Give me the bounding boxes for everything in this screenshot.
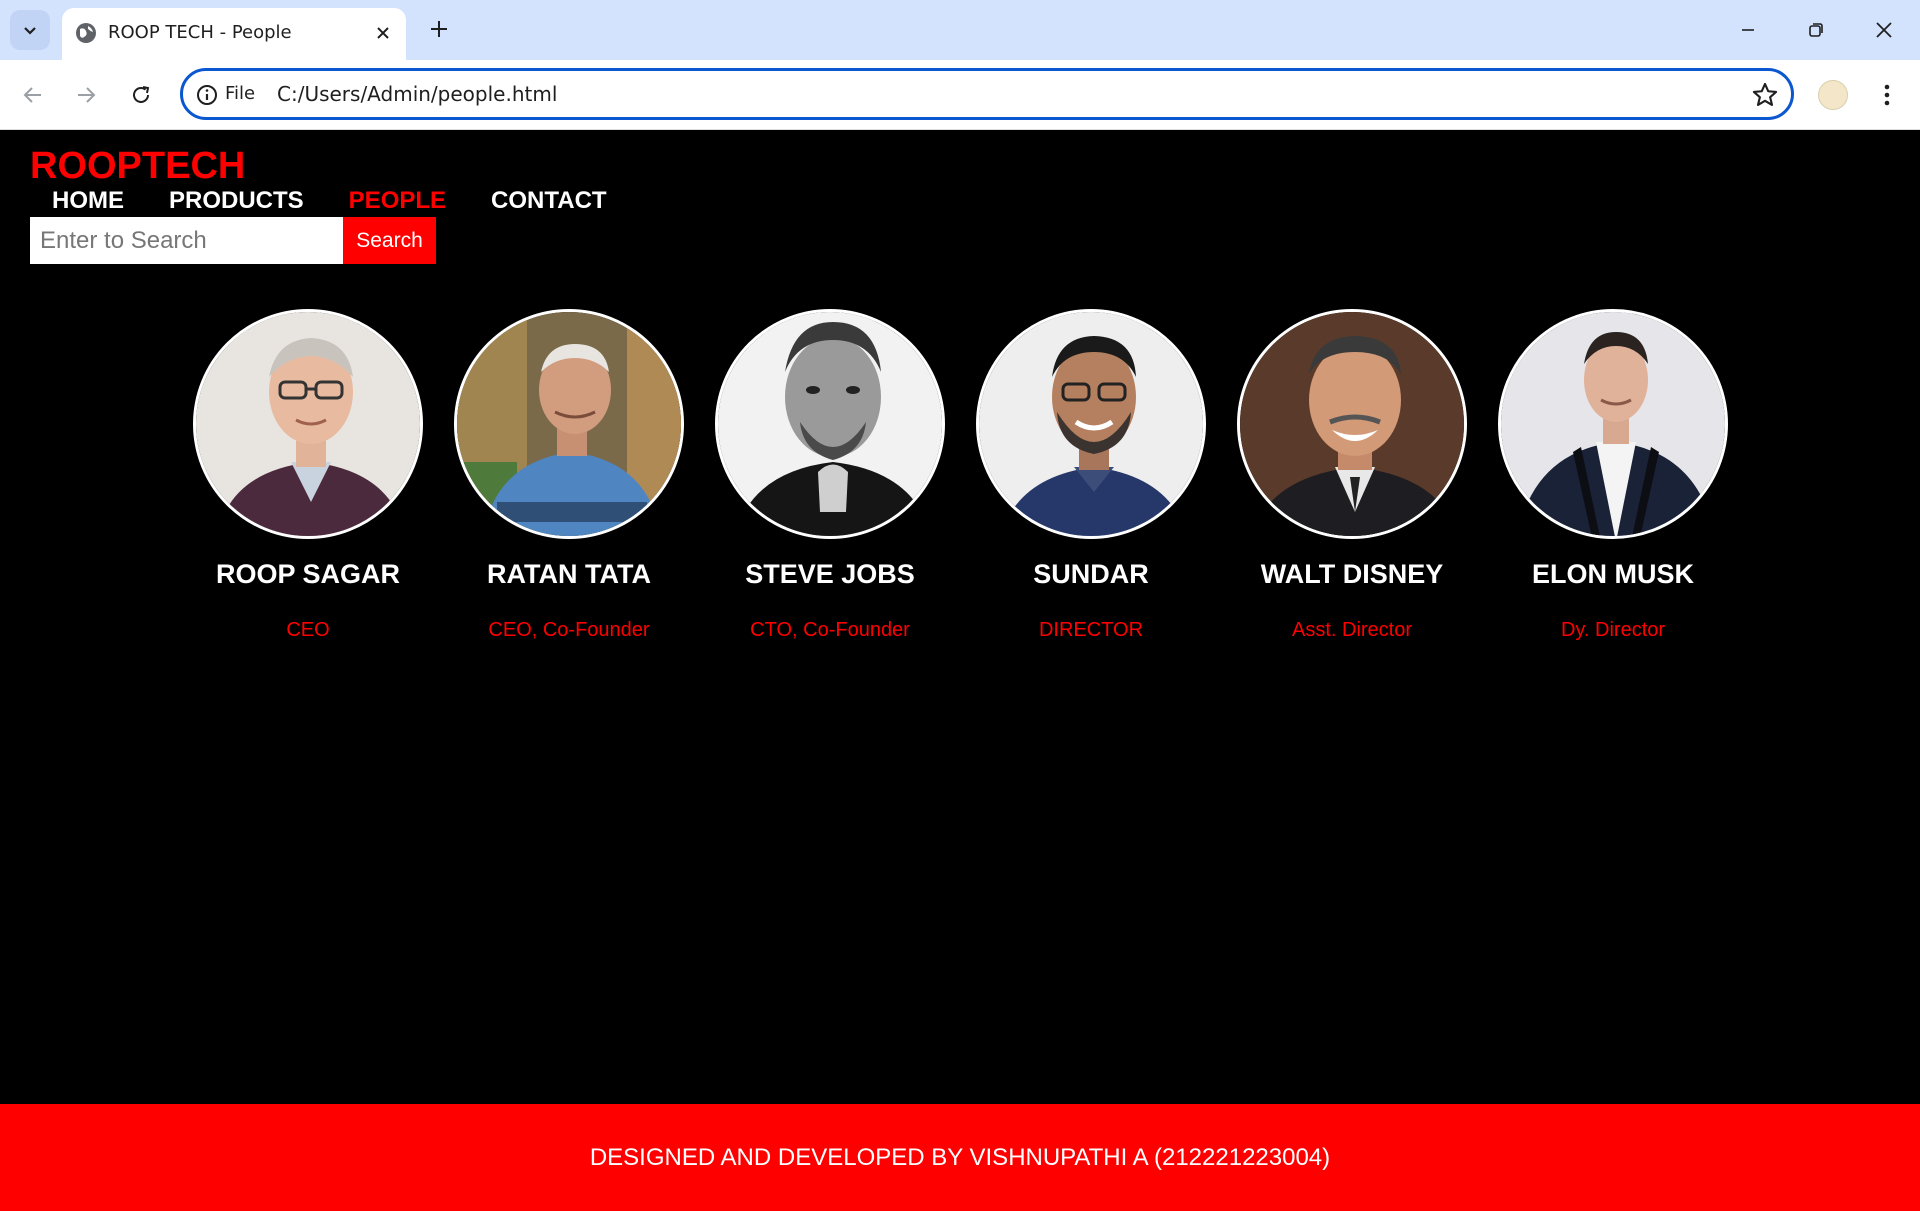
browser-toolbar: File C:/Users/Admin/people.html <box>0 60 1920 130</box>
info-icon[interactable] <box>195 83 219 107</box>
close-tab-button[interactable] <box>372 22 394 44</box>
search-button[interactable]: Search <box>343 217 436 264</box>
bookmark-star-icon[interactable] <box>1751 81 1779 109</box>
restore-icon <box>1809 23 1823 37</box>
main-nav: HOME PRODUCTS PEOPLE CONTACT <box>52 187 652 215</box>
more-vert-icon <box>1884 84 1890 106</box>
page-content: ROOPTECH HOME PRODUCTS PEOPLE CONTACT Se… <box>0 131 1920 1211</box>
minimize-icon <box>1742 29 1754 31</box>
new-tab-button[interactable] <box>424 14 454 44</box>
chevron-down-icon <box>24 27 36 35</box>
person-photo <box>193 309 423 539</box>
address-bar[interactable]: File C:/Users/Admin/people.html <box>180 68 1794 120</box>
person-photo <box>976 309 1206 539</box>
back-button[interactable] <box>15 77 51 113</box>
person-role: Dy. Director <box>1560 619 1666 641</box>
close-icon <box>377 27 389 39</box>
person-name: WALT DISNEY <box>1260 559 1444 589</box>
nav-contact[interactable]: CONTACT <box>491 187 607 215</box>
plus-icon <box>431 21 447 37</box>
person-name: ELON MUSK <box>1532 559 1694 589</box>
person-photo <box>454 309 684 539</box>
person-role: CTO, Co-Founder <box>750 619 910 641</box>
nav-home[interactable]: HOME <box>52 187 124 215</box>
address-url[interactable]: C:/Users/Admin/people.html <box>277 82 557 106</box>
person-role: DIRECTOR <box>1038 619 1144 641</box>
arrow-left-icon <box>23 87 41 103</box>
address-scheme-label: File <box>225 83 256 104</box>
person-name: SUNDAR <box>1033 559 1149 589</box>
globe-icon <box>76 23 96 43</box>
forward-button[interactable] <box>68 77 104 113</box>
reload-icon <box>133 86 150 103</box>
person-role: Asst. Director <box>1291 619 1413 641</box>
nav-products[interactable]: PRODUCTS <box>169 187 304 215</box>
search-input[interactable] <box>30 217 343 264</box>
close-window-button[interactable] <box>1864 12 1904 48</box>
browser-tab-active[interactable]: ROOP TECH - People <box>62 8 406 60</box>
footer: DESIGNED AND DEVELOPED BY VISHNUPATHI A … <box>0 1104 1920 1211</box>
tab-search-button[interactable] <box>10 10 50 50</box>
browser-menu-button[interactable] <box>1872 78 1902 112</box>
profile-avatar[interactable] <box>1818 80 1848 110</box>
person-photo <box>1498 309 1728 539</box>
browser-tab-strip: ROOP TECH - People <box>0 0 1920 60</box>
reload-button[interactable] <box>123 77 159 113</box>
person-photo <box>1237 309 1467 539</box>
nav-people[interactable]: PEOPLE <box>349 187 446 215</box>
close-icon <box>1876 22 1892 38</box>
person-role: CEO, Co-Founder <box>488 619 650 641</box>
person-name: STEVE JOBS <box>745 559 915 589</box>
person-role: CEO <box>286 619 330 641</box>
person-name: RATAN TATA <box>487 559 651 589</box>
footer-credit: DESIGNED AND DEVELOPED BY VISHNUPATHI A … <box>589 1143 1331 1171</box>
restore-button[interactable] <box>1796 12 1836 48</box>
people-grid: ROOP SAGAR CEO RATAN TATA CEO, Co-Founde… <box>0 309 1920 709</box>
person-photo <box>715 309 945 539</box>
site-logo[interactable]: ROOPTECH <box>30 145 245 188</box>
arrow-right-icon <box>78 87 96 103</box>
tab-title: ROOP TECH - People <box>108 22 292 43</box>
minimize-button[interactable] <box>1728 12 1768 48</box>
person-name: ROOP SAGAR <box>215 559 401 589</box>
